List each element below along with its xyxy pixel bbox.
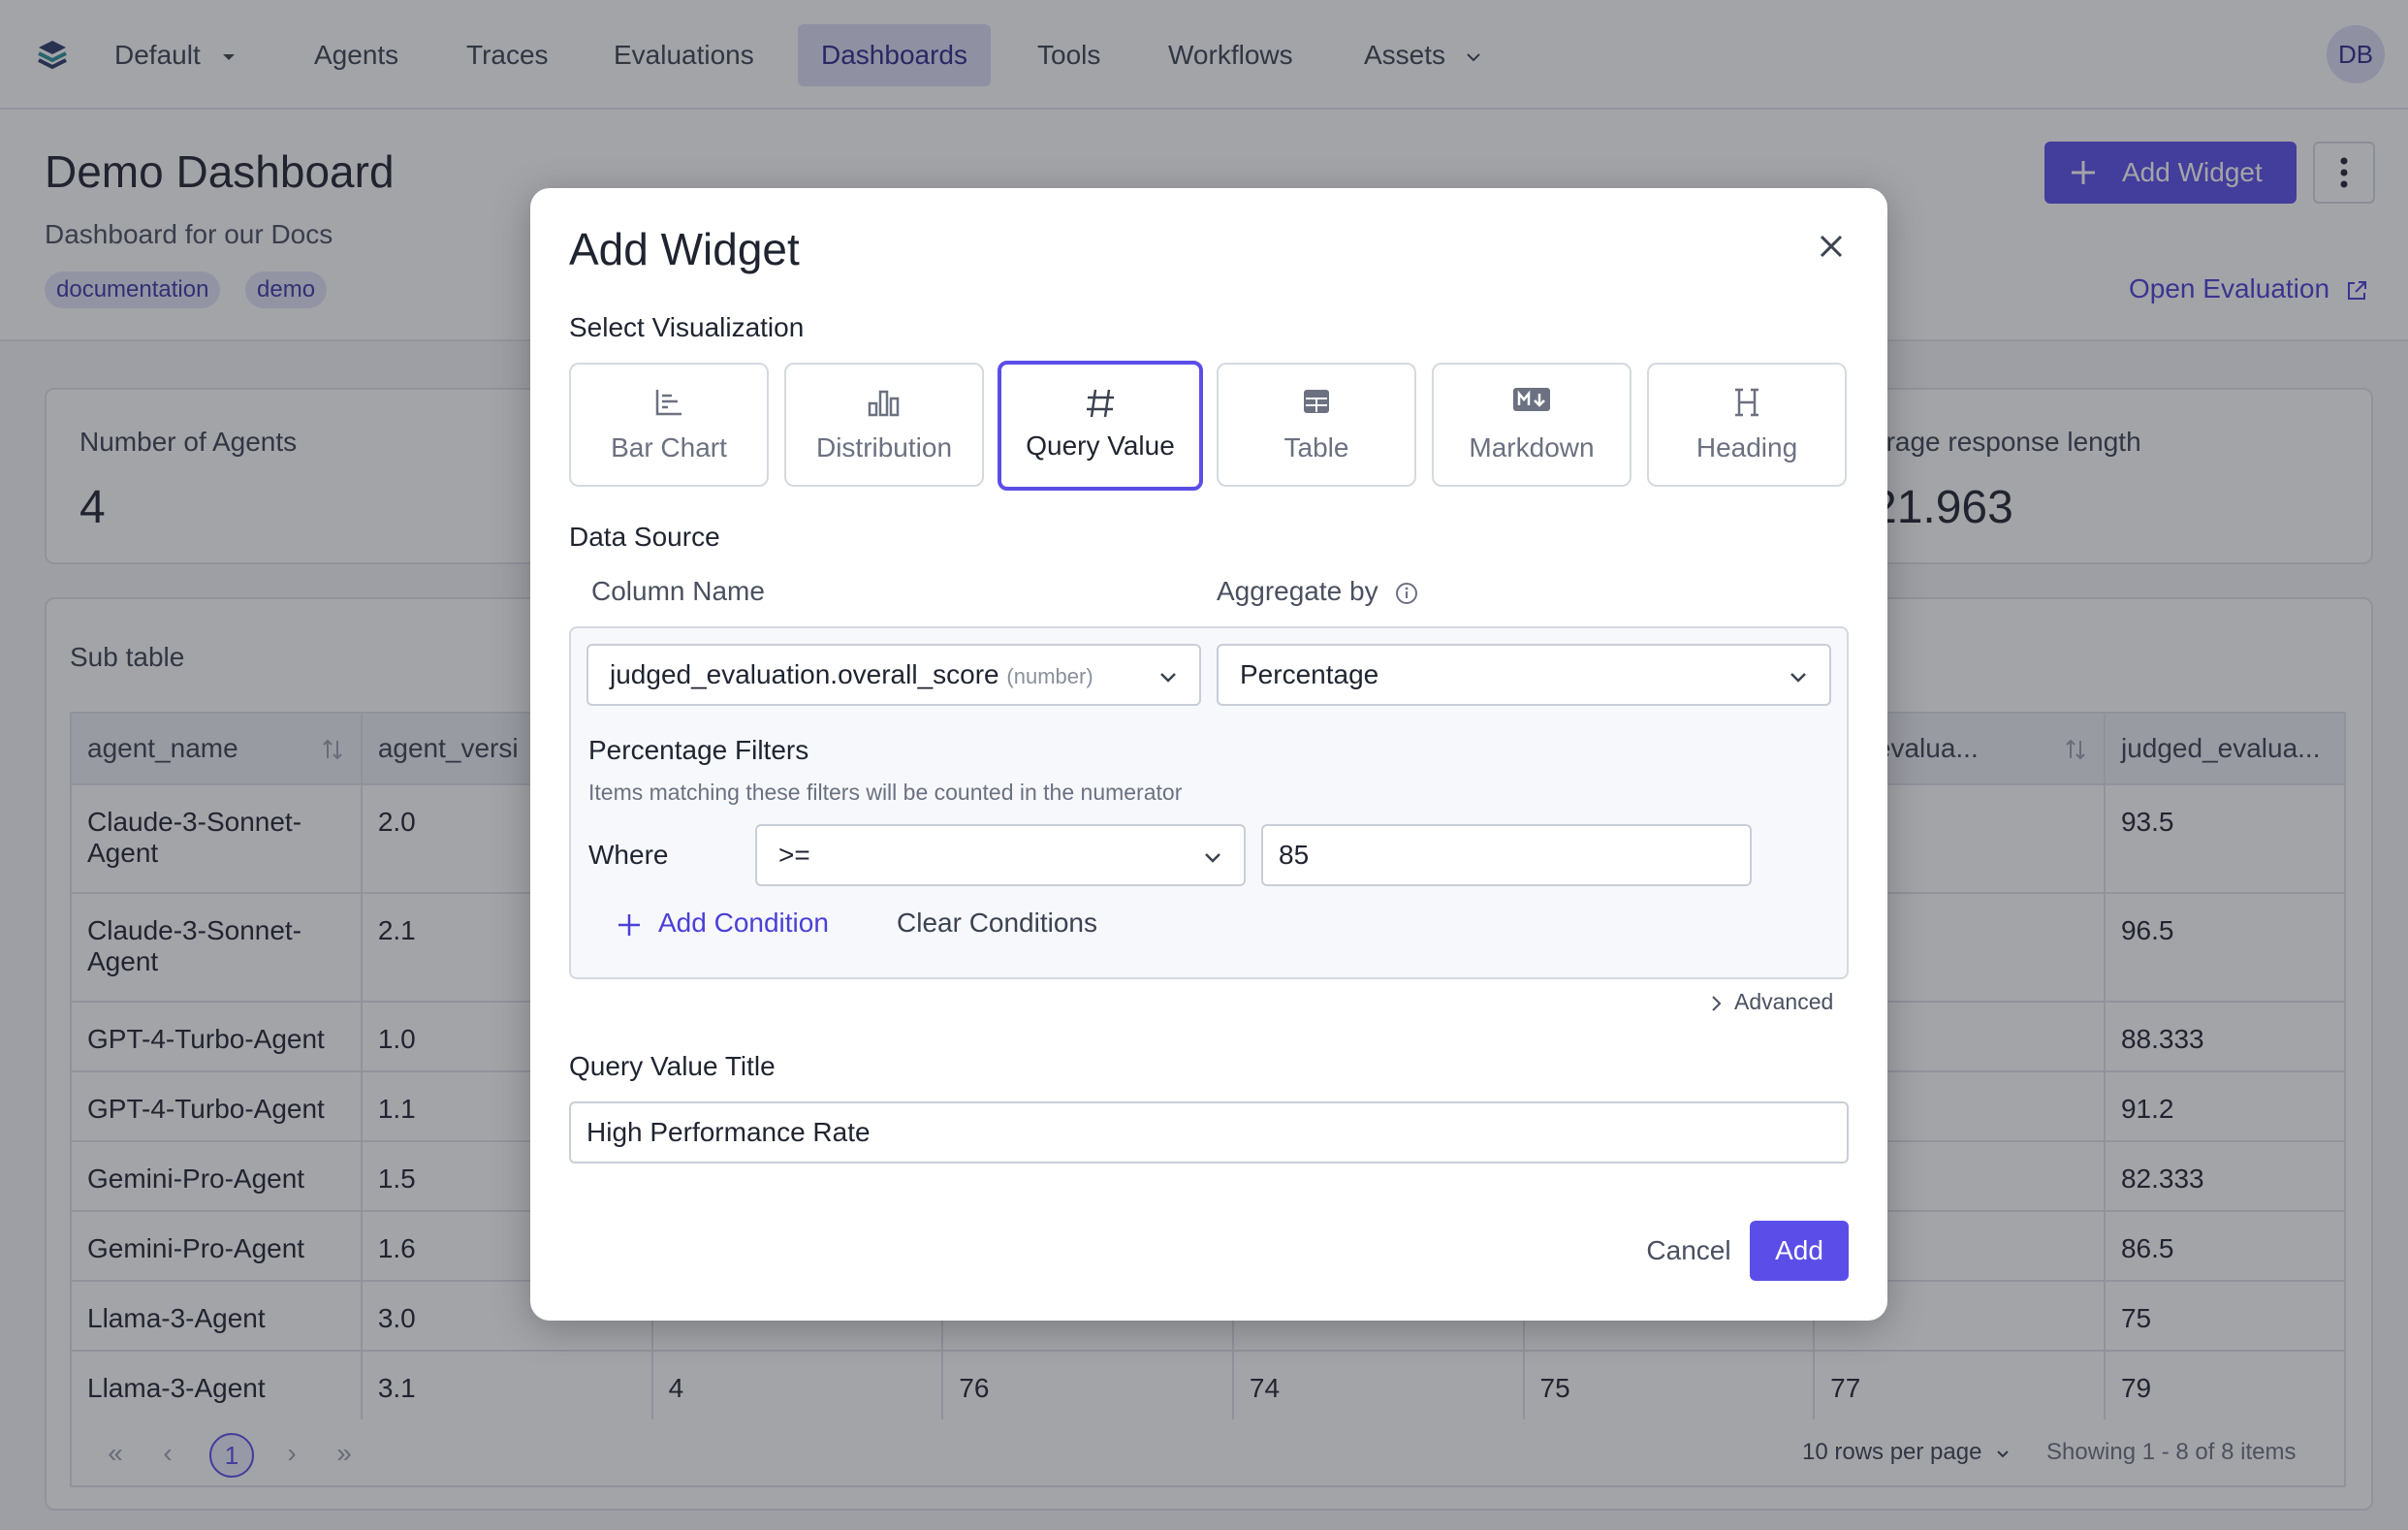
plus-icon	[618, 913, 640, 936]
column-name-label: Column Name	[591, 576, 765, 606]
viz-label: Distribution	[815, 432, 953, 462]
chevron-down-icon	[1160, 673, 1176, 683]
operator-select[interactable]: >=	[755, 824, 1246, 886]
add-widget-dialog: Add Widget Select Visualization Bar Char…	[530, 188, 1887, 1321]
query-value-title-label: Query Value Title	[569, 1051, 776, 1081]
chevron-right-icon	[1712, 996, 1722, 1011]
viz-label: Table	[1283, 432, 1349, 462]
heading-icon	[1735, 388, 1758, 417]
where-label: Where	[588, 840, 669, 870]
percentage-filters-title: Percentage Filters	[588, 735, 809, 765]
add-button[interactable]: Add	[1750, 1221, 1849, 1281]
viz-option-markdown[interactable]: Markdown	[1432, 363, 1632, 487]
query-value-title-input[interactable]	[569, 1101, 1849, 1163]
threshold-input[interactable]	[1261, 824, 1752, 886]
dialog-title: Add Widget	[569, 224, 800, 274]
distribution-icon	[868, 390, 900, 417]
viz-option-heading[interactable]: Heading	[1647, 363, 1847, 487]
viz-label: Heading	[1695, 432, 1798, 462]
info-icon[interactable]	[1395, 582, 1418, 605]
markdown-icon	[1513, 388, 1550, 411]
aggregate-by-text: Aggregate by	[1217, 576, 1378, 606]
advanced-label: Advanced	[1734, 989, 1834, 1014]
operator-value: >=	[778, 840, 810, 870]
data-source-panel: judged_evaluation.overall_score (number)…	[569, 626, 1849, 979]
viz-label: Bar Chart	[611, 432, 727, 462]
add-condition-label: Add Condition	[658, 908, 829, 938]
aggregate-by-value: Percentage	[1240, 659, 1379, 689]
viz-label: Query Value	[1026, 430, 1175, 461]
table-icon	[1304, 390, 1329, 413]
column-name-value: judged_evaluation.overall_score	[610, 659, 999, 689]
advanced-toggle[interactable]: Advanced	[1709, 989, 1833, 1015]
data-source-label: Data Source	[569, 522, 720, 552]
viz-option-table[interactable]: Table	[1217, 363, 1416, 487]
chevron-down-icon	[1790, 673, 1806, 683]
aggregate-by-select[interactable]: Percentage	[1217, 644, 1831, 706]
bar-chart-icon	[655, 390, 681, 416]
column-type: (number)	[1006, 664, 1093, 688]
column-name-select[interactable]: judged_evaluation.overall_score (number)	[586, 644, 1201, 706]
viz-label: Markdown	[1469, 432, 1595, 462]
close-icon[interactable]	[1812, 227, 1851, 266]
aggregate-by-label: Aggregate by	[1217, 576, 1418, 607]
viz-option-query-value[interactable]: Query Value	[998, 361, 1203, 491]
viz-option-bar-chart[interactable]: Bar Chart	[569, 363, 769, 487]
clear-conditions-button[interactable]: Clear Conditions	[897, 908, 1097, 939]
percentage-filters-description: Items matching these filters will be cou…	[588, 780, 1183, 805]
select-visualization-label: Select Visualization	[569, 312, 805, 342]
cancel-button[interactable]: Cancel	[1616, 1221, 1761, 1281]
add-condition-button[interactable]: Add Condition	[616, 908, 829, 939]
chevron-down-icon	[1205, 853, 1220, 863]
hash-icon	[1087, 389, 1114, 418]
viz-option-distribution[interactable]: Distribution	[784, 363, 984, 487]
